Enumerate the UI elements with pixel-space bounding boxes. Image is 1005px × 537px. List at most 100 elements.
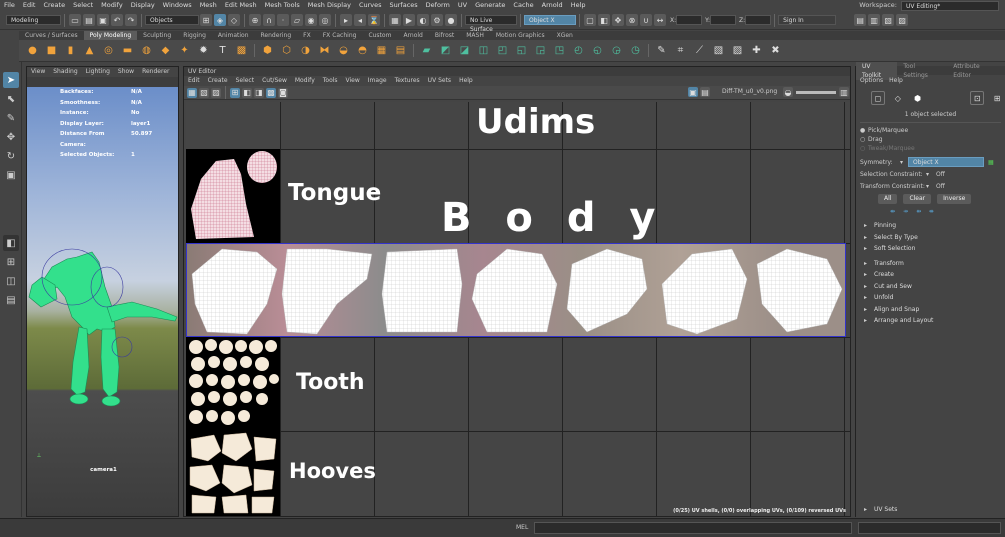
toggle-outliner-icon[interactable]: ▨ xyxy=(896,14,909,26)
menu-help-right[interactable]: Help xyxy=(889,77,903,84)
edge-mode-icon[interactable]: ◇ xyxy=(890,91,905,105)
new-scene-icon[interactable]: ▭ xyxy=(69,14,81,26)
section-pinning[interactable]: ▸ Pinning xyxy=(856,220,1005,232)
shelf-tab-mash[interactable]: MASH xyxy=(460,31,490,40)
menu-surfaces[interactable]: Surfaces xyxy=(386,0,422,11)
uv-exposure-icon[interactable]: ◒ xyxy=(783,87,793,97)
ipr-render-icon[interactable]: ◐ xyxy=(417,14,429,26)
shelf-tab-sculpting[interactable]: Sculpting xyxy=(137,31,177,40)
shelf-tab-curves-surfaces[interactable]: Curves / Surfaces xyxy=(19,31,84,40)
symmetry-field[interactable]: Object X xyxy=(908,157,984,167)
uv-menu-cut-sew[interactable]: Cut/Sew xyxy=(258,76,291,86)
combine-icon[interactable]: ⬢ xyxy=(260,43,275,58)
four-view-icon[interactable]: ⊞ xyxy=(3,254,19,270)
construction-history-icon[interactable]: ⌛ xyxy=(368,14,380,26)
menu-create[interactable]: Create xyxy=(39,0,69,11)
offset-loop-icon[interactable]: ◶ xyxy=(609,43,624,58)
render-view-icon[interactable]: ▦ xyxy=(389,14,401,26)
snap-surface-icon[interactable]: ◉ xyxy=(305,14,317,26)
tab-attribute-editor[interactable]: Attribute Editor xyxy=(947,62,1005,80)
camera-icon[interactable]: ◧ xyxy=(598,14,610,26)
shrink-selection-icon[interactable]: ⇸ xyxy=(903,208,908,215)
text-icon[interactable]: T xyxy=(215,43,230,58)
component-mode-icon[interactable]: ◇ xyxy=(228,14,240,26)
mel-command-input[interactable] xyxy=(534,522,852,534)
drag-mode-radio[interactable]: ○ Drag xyxy=(856,135,1005,144)
texture-name[interactable]: Diff-TM_u0_v0.png xyxy=(722,88,777,95)
menu-help[interactable]: Help xyxy=(567,0,590,11)
viewport-menu-show[interactable]: Show xyxy=(114,67,138,77)
uv-gamma-icon[interactable]: ▥ xyxy=(839,87,849,97)
poly-plane-icon[interactable]: ▬ xyxy=(120,43,135,58)
fill-hole-icon[interactable]: ◫ xyxy=(476,43,491,58)
menu-cache[interactable]: Cache xyxy=(509,0,537,11)
tab-tool-settings[interactable]: Tool Settings xyxy=(897,62,947,80)
section-soft-selection[interactable]: ▸ Soft Selection xyxy=(856,243,1005,255)
insert-loop-icon[interactable]: ◵ xyxy=(590,43,605,58)
multi-cut-icon[interactable]: ◷ xyxy=(628,43,643,58)
uv-canvas[interactable]: Udims Tongue B o d y Tooth Hooves (0/25)… xyxy=(186,102,850,516)
pin-icon[interactable]: ⟋ xyxy=(692,43,707,58)
cylindrical-map-icon[interactable]: ▨ xyxy=(730,43,745,58)
pivot-icon[interactable]: ⊗ xyxy=(626,14,638,26)
mirror-icon[interactable]: ⧓ xyxy=(317,43,332,58)
select-mode-dropdown[interactable]: Objects xyxy=(145,15,199,25)
shelf-tab-motion-graphics[interactable]: Motion Graphics xyxy=(490,31,551,40)
mode-dropdown[interactable]: Modeling xyxy=(6,15,61,25)
face-mode-icon[interactable]: ⊞ xyxy=(990,91,1004,105)
shelf-tab-rendering[interactable]: Rendering xyxy=(255,31,298,40)
section-arrange-and-layout[interactable]: ▸ Arrange and Layout xyxy=(856,315,1005,327)
menu-generate[interactable]: Generate xyxy=(471,0,509,11)
input-ops-icon[interactable]: ▸ xyxy=(340,14,352,26)
uv-menu-create[interactable]: Create xyxy=(204,76,232,86)
hypershade-icon[interactable]: ● xyxy=(445,14,457,26)
undo-icon[interactable]: ↶ xyxy=(111,14,123,26)
exposure-slider[interactable] xyxy=(796,91,836,94)
shelf-tab-xgen[interactable]: XGen xyxy=(551,31,579,40)
menu-mesh-tools[interactable]: Mesh Tools xyxy=(261,0,304,11)
extrude-icon[interactable]: ▰ xyxy=(419,43,434,58)
uv-mode-icon[interactable]: ⊡ xyxy=(970,91,985,105)
spherical-map-icon[interactable]: ✚ xyxy=(749,43,764,58)
lattice-icon[interactable]: ⌗ xyxy=(673,43,688,58)
mel-label[interactable]: MEL xyxy=(516,524,528,531)
menu-file[interactable]: File xyxy=(0,0,19,11)
smooth-icon[interactable]: ◒ xyxy=(336,43,351,58)
menu-modify[interactable]: Modify xyxy=(97,0,127,11)
poly-disc-icon[interactable]: ◍ xyxy=(139,43,154,58)
menu-edit-mesh[interactable]: Edit Mesh xyxy=(221,0,261,11)
uv-display-image-icon[interactable]: ▦ xyxy=(187,87,197,98)
toggle-attribute-icon[interactable]: ▤ xyxy=(854,14,867,26)
boolean-icon[interactable]: ◑ xyxy=(298,43,313,58)
uv-checker-icon[interactable]: ▩ xyxy=(266,87,276,98)
layout-a-icon[interactable]: ◫ xyxy=(3,273,19,289)
open-scene-icon[interactable]: ▤ xyxy=(83,14,95,26)
uv-grid-icon[interactable]: ⊞ xyxy=(230,87,240,98)
reduce-icon[interactable]: ◓ xyxy=(355,43,370,58)
planar-map-icon[interactable]: ▧ xyxy=(711,43,726,58)
shelf-tab-fx[interactable]: FX xyxy=(297,31,317,40)
menu-display[interactable]: Display xyxy=(127,0,159,11)
symmetry-settings-icon[interactable]: ▦ xyxy=(988,159,994,166)
menu-deform[interactable]: Deform xyxy=(422,0,454,11)
select-all-button[interactable]: All xyxy=(878,194,898,204)
select-tool-icon[interactable]: ➤ xyxy=(3,72,19,88)
viewport-menu-lighting[interactable]: Lighting xyxy=(82,67,114,77)
pick-mode-radio[interactable]: ● Pick/Marquee xyxy=(856,126,1005,135)
viewport-menu-view[interactable]: View xyxy=(27,67,49,77)
hierarchy-icon[interactable]: ⊞ xyxy=(200,14,212,26)
relative-icon[interactable]: ↔ xyxy=(654,14,666,26)
menu-mesh-display[interactable]: Mesh Display xyxy=(304,0,355,11)
uv-menu-textures[interactable]: Textures xyxy=(391,76,424,86)
uv-filter-icon[interactable]: ▨ xyxy=(211,87,221,98)
save-scene-icon[interactable]: ▣ xyxy=(97,14,109,26)
viewport-scene[interactable]: Backfaces: N/A Smoothness: N/A Instance: No… xyxy=(27,87,178,516)
z-field[interactable] xyxy=(745,15,772,25)
section-create[interactable]: ▸ Create xyxy=(856,269,1005,281)
menu-mesh[interactable]: Mesh xyxy=(196,0,221,11)
target-weld-icon[interactable]: ◳ xyxy=(552,43,567,58)
toggle-modeling-toolkit-icon[interactable]: ▧ xyxy=(882,14,895,26)
selection-constraint-value[interactable]: Off xyxy=(936,171,945,178)
shelf-tab-fx-caching[interactable]: FX Caching xyxy=(317,31,363,40)
single-view-icon[interactable]: ◧ xyxy=(3,235,19,251)
